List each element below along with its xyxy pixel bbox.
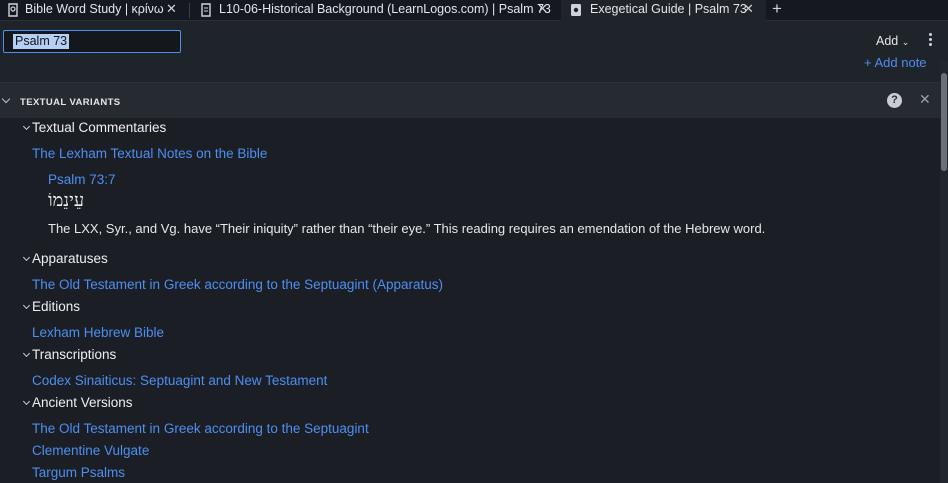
- group-label: Textual Commentaries: [32, 120, 167, 135]
- group-label: Apparatuses: [32, 251, 108, 266]
- add-menu-label: Add: [876, 34, 899, 48]
- add-note-link[interactable]: + Add note: [864, 55, 927, 70]
- chevron-down-icon[interactable]: [22, 397, 31, 406]
- group-editions[interactable]: Editions: [22, 299, 81, 314]
- resource-link[interactable]: Clementine Vulgate: [32, 443, 149, 458]
- new-tab-plus-icon[interactable]: +: [772, 0, 782, 19]
- group-transcriptions[interactable]: Transcriptions: [22, 347, 117, 362]
- resource-link[interactable]: The Old Testament in Greek according to …: [32, 277, 443, 292]
- tab-bible-word-study[interactable]: Bible Word Study | κρίνω ✕: [0, 0, 186, 21]
- group-textual-commentaries[interactable]: Textual Commentaries: [22, 120, 167, 135]
- group-label: Transcriptions: [32, 347, 117, 362]
- tab-historical-background[interactable]: L10-06-Historical Background (LearnLogos…: [193, 0, 558, 21]
- panel-toolbar: Psalm 73 Add ⌄: [0, 21, 948, 61]
- group-apparatuses[interactable]: Apparatuses: [22, 251, 108, 266]
- chevron-down-icon[interactable]: [22, 253, 31, 262]
- tab-label: Bible Word Study | κρίνω: [25, 2, 164, 16]
- reference-input[interactable]: Psalm 73: [3, 30, 181, 53]
- tab-bar: Bible Word Study | κρίνω ✕ L10-06-Histor…: [0, 0, 948, 21]
- chevron-down-icon[interactable]: [22, 301, 31, 310]
- add-menu-button[interactable]: Add ⌄: [876, 34, 909, 48]
- chevron-down-icon[interactable]: [1, 94, 11, 104]
- help-icon[interactable]: ?: [887, 93, 902, 108]
- scrollbar-thumb[interactable]: [941, 73, 947, 171]
- close-tab-icon[interactable]: ✕: [743, 1, 754, 17]
- resource-link[interactable]: The Lexham Textual Notes on the Bible: [32, 146, 267, 161]
- document-icon: [201, 3, 211, 17]
- resource-link[interactable]: Codex Sinaiticus: Septuagint and New Tes…: [32, 373, 327, 388]
- reference-input-value: Psalm 73: [13, 34, 70, 49]
- guide-icon: [571, 4, 581, 16]
- tab-divider: [189, 3, 190, 18]
- chevron-down-icon[interactable]: [22, 122, 31, 131]
- verse-reference-link[interactable]: Psalm 73:7: [48, 172, 116, 187]
- group-label: Ancient Versions: [32, 395, 133, 410]
- chevron-down-icon[interactable]: [22, 349, 31, 358]
- resource-link[interactable]: Targum Psalms: [32, 465, 125, 480]
- vertical-scrollbar[interactable]: [940, 61, 948, 483]
- tab-label: Exegetical Guide | Psalm 73: [590, 2, 747, 16]
- word-study-icon: [8, 3, 18, 17]
- close-tab-icon[interactable]: ✕: [166, 1, 177, 17]
- resource-link[interactable]: The Old Testament in Greek according to …: [32, 421, 369, 436]
- textual-variants-body: Textual Commentaries The Lexham Textual …: [0, 118, 940, 483]
- close-section-icon[interactable]: ✕: [919, 91, 931, 108]
- tab-label: L10-06-Historical Background (LearnLogos…: [219, 2, 551, 16]
- section-title: TEXTUAL VARIANTS: [20, 97, 121, 108]
- group-ancient-versions[interactable]: Ancient Versions: [22, 395, 133, 410]
- close-tab-icon[interactable]: ✕: [537, 1, 548, 17]
- resource-link[interactable]: Lexham Hebrew Bible: [32, 325, 164, 340]
- tab-exegetical-guide[interactable]: Exegetical Guide | Psalm 73 ✕: [561, 0, 766, 21]
- hebrew-word: עֵינֵמוֹ: [48, 190, 85, 211]
- guide-content: + Add note TEXTUAL VARIANTS ? ✕ Textual …: [0, 55, 940, 483]
- kebab-icon[interactable]: [927, 32, 935, 48]
- section-header-textual-variants[interactable]: TEXTUAL VARIANTS ? ✕: [0, 82, 940, 118]
- variant-note: The LXX, Syr., and Vg. have “Their iniqu…: [48, 221, 766, 236]
- chevron-down-icon: ⌄: [901, 37, 910, 47]
- group-label: Editions: [32, 299, 81, 314]
